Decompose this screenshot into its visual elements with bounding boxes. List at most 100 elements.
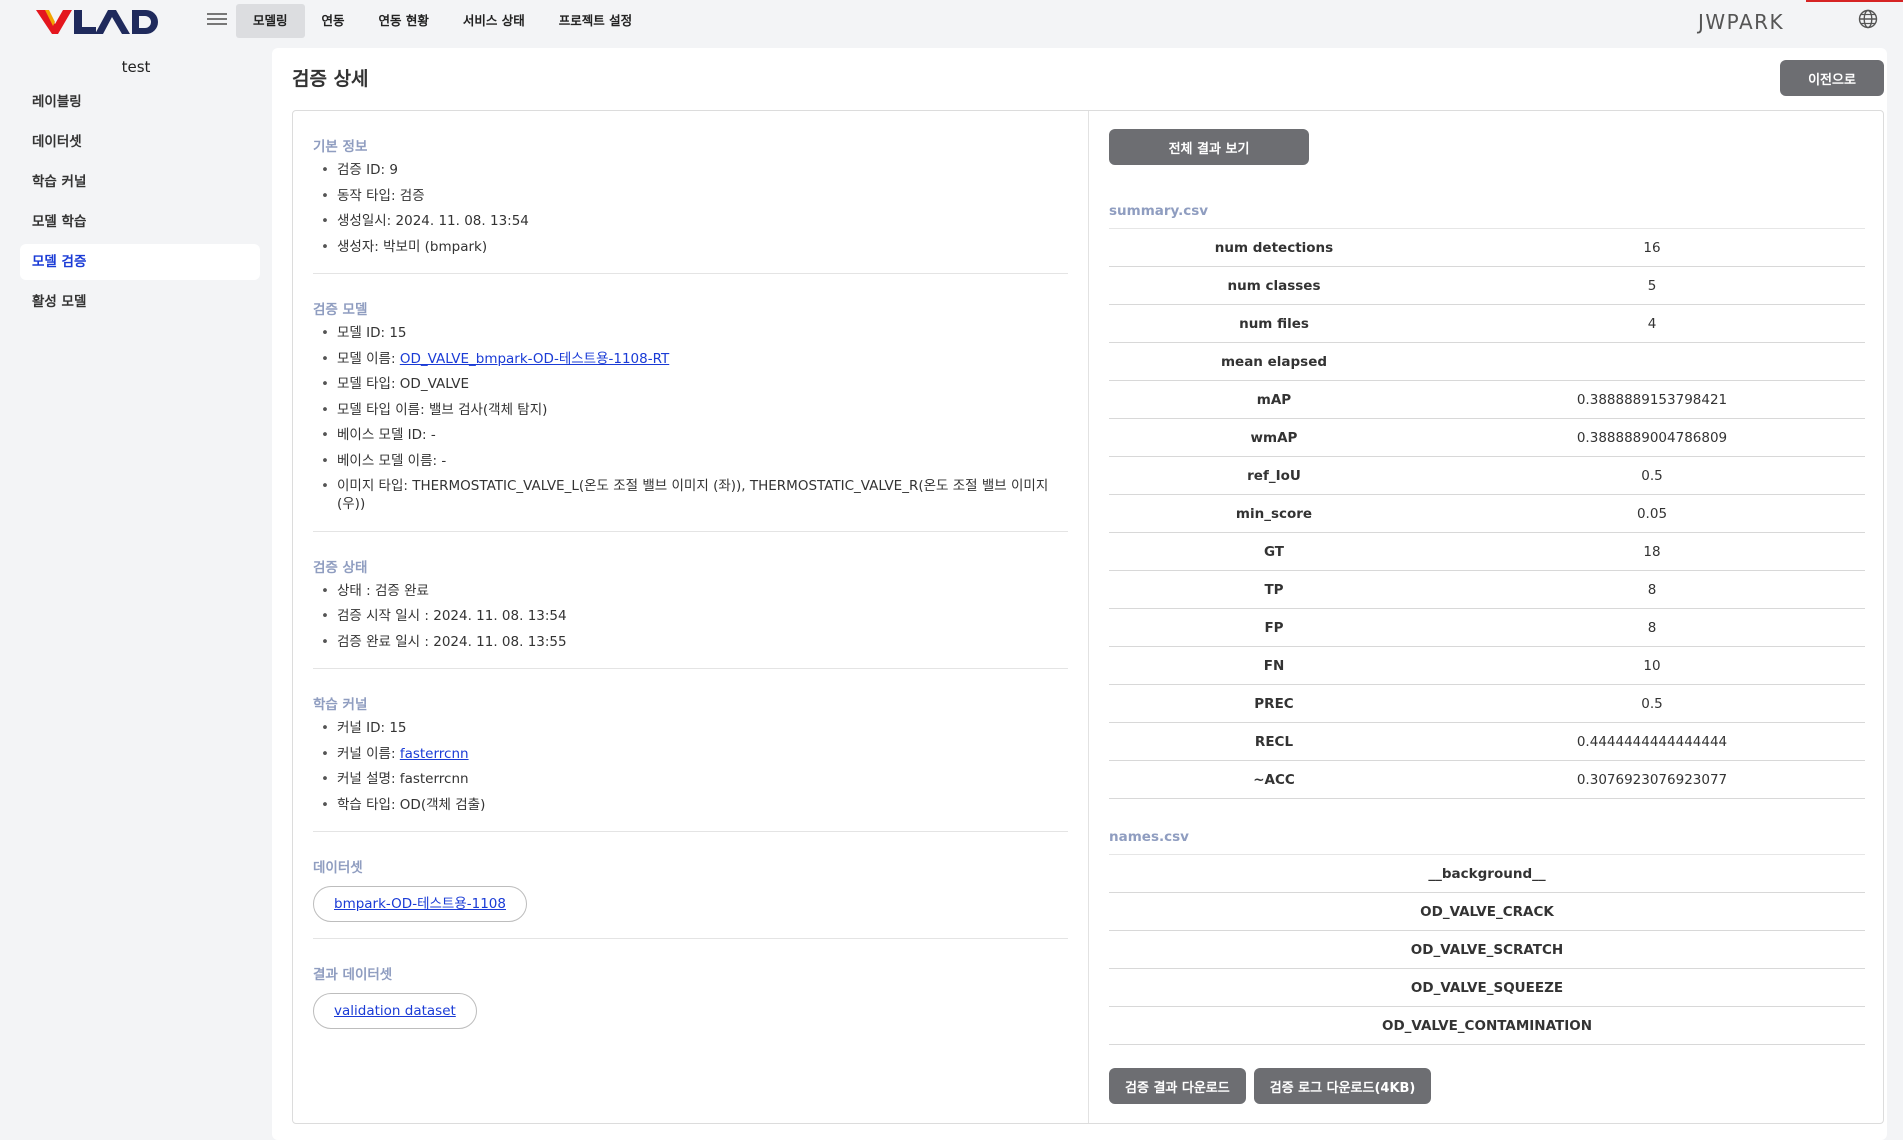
sidebar-item-model-training[interactable]: 모델 학습 xyxy=(20,204,260,240)
kernel-name: 커널 이름: fasterrcnn xyxy=(313,745,1068,763)
table-row: OD_VALVE_SQUEEZE xyxy=(1109,968,1865,1007)
base-model-id: 베이스 모델 ID: - xyxy=(313,426,1068,444)
image-type: 이미지 타입: THERMOSTATIC_VALVE_L(온도 조절 밸브 이미… xyxy=(313,477,1068,513)
table-row: mean elapsed xyxy=(1109,342,1865,381)
nav-service-status[interactable]: 서비스 상태 xyxy=(446,4,542,38)
table-row: __background__ xyxy=(1109,854,1865,893)
validation-id: 검증 ID: 9 xyxy=(313,161,1068,179)
summary-key: ~ACC xyxy=(1109,760,1439,799)
summary-key: num detections xyxy=(1109,228,1439,267)
section-title: 기본 정보 xyxy=(313,139,368,155)
download-log-button[interactable]: 검증 로그 다운로드(4KB) xyxy=(1253,1068,1432,1104)
summary-key: ref_IoU xyxy=(1109,456,1439,495)
table-row: FN 10 xyxy=(1109,646,1865,685)
table-row: PREC 0.5 xyxy=(1109,684,1865,723)
table-row: wmAP 0.3888889004786809 xyxy=(1109,418,1865,457)
model-name-label: 모델 이름: xyxy=(337,350,400,367)
table-row: mAP 0.3888889153798421 xyxy=(1109,380,1865,419)
class-name: OD_VALVE_SCRATCH xyxy=(1109,930,1865,969)
kernel-section: 학습 커널 커널 ID: 15 커널 이름: fasterrcnn 커널 설명:… xyxy=(313,669,1068,832)
table-row: min_score 0.05 xyxy=(1109,494,1865,533)
back-button[interactable]: 이전으로 xyxy=(1780,60,1884,96)
dataset-link[interactable]: bmpark-OD-테스트용-1108 xyxy=(313,886,527,922)
summary-value xyxy=(1439,342,1865,381)
table-row: ref_IoU 0.5 xyxy=(1109,456,1865,495)
model-type: 모델 타입: OD_VALVE xyxy=(313,375,1068,393)
model-type-name: 모델 타입 이름: 밸브 검사(객체 탐지) xyxy=(313,401,1068,419)
summary-value: 0.5 xyxy=(1439,456,1865,495)
result-dataset-section: 결과 데이터셋 validation dataset xyxy=(313,939,1068,1045)
globe-icon[interactable] xyxy=(1858,9,1878,29)
summary-value: 18 xyxy=(1439,532,1865,571)
summary-value: 0.4444444444444444 xyxy=(1439,722,1865,761)
sidebar-item-labeling[interactable]: 레이블링 xyxy=(20,84,260,120)
accent-line xyxy=(1806,0,1903,2)
table-row: FP 8 xyxy=(1109,608,1865,647)
table-row: RECL 0.4444444444444444 xyxy=(1109,722,1865,761)
summary-value: 8 xyxy=(1439,608,1865,647)
kernel-name-link[interactable]: fasterrcnn xyxy=(400,746,469,762)
summary-value: 0.3888889004786809 xyxy=(1439,418,1865,457)
section-title: 검증 상태 xyxy=(313,559,368,576)
summary-value: 0.5 xyxy=(1439,684,1865,723)
summary-value: 10 xyxy=(1439,646,1865,685)
view-all-results-button[interactable]: 전체 결과 보기 xyxy=(1109,129,1309,165)
summary-key: TP xyxy=(1109,570,1439,609)
summary-key: RECL xyxy=(1109,722,1439,761)
main-content: 검증 상세 이전으로 기본 정보 검증 ID: 9 동작 타입: 검증 생성일시… xyxy=(272,48,1887,1140)
menu-toggle-icon[interactable] xyxy=(207,10,227,30)
sidebar-item-model-validation[interactable]: 모델 검증 xyxy=(20,244,260,280)
created-at: 생성일시: 2024. 11. 08. 13:54 xyxy=(313,212,1068,230)
kernel-id: 커널 ID: 15 xyxy=(313,719,1068,737)
user-name[interactable]: JWPARK xyxy=(1698,10,1784,34)
top-navigation-bar: 모델링 연동 연동 현황 서비스 상태 프로젝트 설정 JWPARK xyxy=(0,0,1903,48)
class-name: OD_VALVE_CONTAMINATION xyxy=(1109,1006,1865,1045)
table-row: OD_VALVE_CRACK xyxy=(1109,892,1865,931)
creator: 생성자: 박보미 (bmpark) xyxy=(313,238,1068,256)
summary-key: mean elapsed xyxy=(1109,342,1439,381)
sidebar-item-active-model[interactable]: 활성 모델 xyxy=(20,284,260,320)
validation-start-time: 검증 시작 일시 : 2024. 11. 08. 13:54 xyxy=(313,607,1068,625)
download-buttons: 검증 결과 다운로드 검증 로그 다운로드(4KB) xyxy=(1109,1068,1439,1104)
summary-key: FP xyxy=(1109,608,1439,647)
download-result-button[interactable]: 검증 결과 다운로드 xyxy=(1109,1068,1246,1104)
kernel-description: 커널 설명: fasterrcnn xyxy=(313,770,1068,788)
table-row: ~ACC 0.3076923076923077 xyxy=(1109,760,1865,799)
class-name: __background__ xyxy=(1109,854,1865,893)
project-name: test xyxy=(121,58,151,76)
summary-key: GT xyxy=(1109,532,1439,571)
model-id: 모델 ID: 15 xyxy=(313,324,1068,342)
table-row: OD_VALVE_SCRATCH xyxy=(1109,930,1865,969)
summary-value: 0.05 xyxy=(1439,494,1865,533)
section-title: 학습 커널 xyxy=(313,697,368,713)
validation-status: 상태 : 검증 완료 xyxy=(313,582,1068,600)
table-row: GT 18 xyxy=(1109,532,1865,571)
status-section: 검증 상태 상태 : 검증 완료 검증 시작 일시 : 2024. 11. 08… xyxy=(313,532,1068,669)
vlad-logo[interactable] xyxy=(36,4,164,36)
kernel-name-label: 커널 이름: xyxy=(337,745,400,762)
summary-key: wmAP xyxy=(1109,418,1439,457)
summary-key: min_score xyxy=(1109,494,1439,533)
section-title: 데이터셋 xyxy=(313,860,363,876)
base-model-name: 베이스 모델 이름: - xyxy=(313,452,1068,470)
class-name: OD_VALVE_SQUEEZE xyxy=(1109,968,1865,1007)
names-table: __background__ OD_VALVE_CRACK OD_VALVE_SCR… xyxy=(1109,854,1865,1045)
result-dataset-link[interactable]: validation dataset xyxy=(313,993,477,1029)
nav-modeling[interactable]: 모델링 xyxy=(236,4,305,38)
table-row: num detections 16 xyxy=(1109,228,1865,267)
sidebar-item-kernel[interactable]: 학습 커널 xyxy=(20,164,260,200)
page-title: 검증 상세 xyxy=(292,68,369,90)
basic-info-section: 기본 정보 검증 ID: 9 동작 타입: 검증 생성일시: 2024. 11.… xyxy=(313,111,1068,274)
nav-integration[interactable]: 연동 xyxy=(305,4,362,38)
summary-value: 8 xyxy=(1439,570,1865,609)
nav-integration-status[interactable]: 연동 현황 xyxy=(362,4,446,38)
model-name-link[interactable]: OD_VALVE_bmpark-OD-테스트용-1108-RT xyxy=(400,351,669,367)
summary-value: 0.3888889153798421 xyxy=(1439,380,1865,419)
summary-key: mAP xyxy=(1109,380,1439,419)
section-title: 검증 모델 xyxy=(313,302,368,318)
sidebar-item-dataset[interactable]: 데이터셋 xyxy=(20,124,260,160)
validation-end-time: 검증 완료 일시 : 2024. 11. 08. 13:55 xyxy=(313,633,1068,651)
summary-csv-title: summary.csv xyxy=(1109,203,1209,219)
nav-project-settings[interactable]: 프로젝트 설정 xyxy=(542,4,649,38)
main-nav: 모델링 연동 연동 현황 서비스 상태 프로젝트 설정 xyxy=(236,4,649,38)
